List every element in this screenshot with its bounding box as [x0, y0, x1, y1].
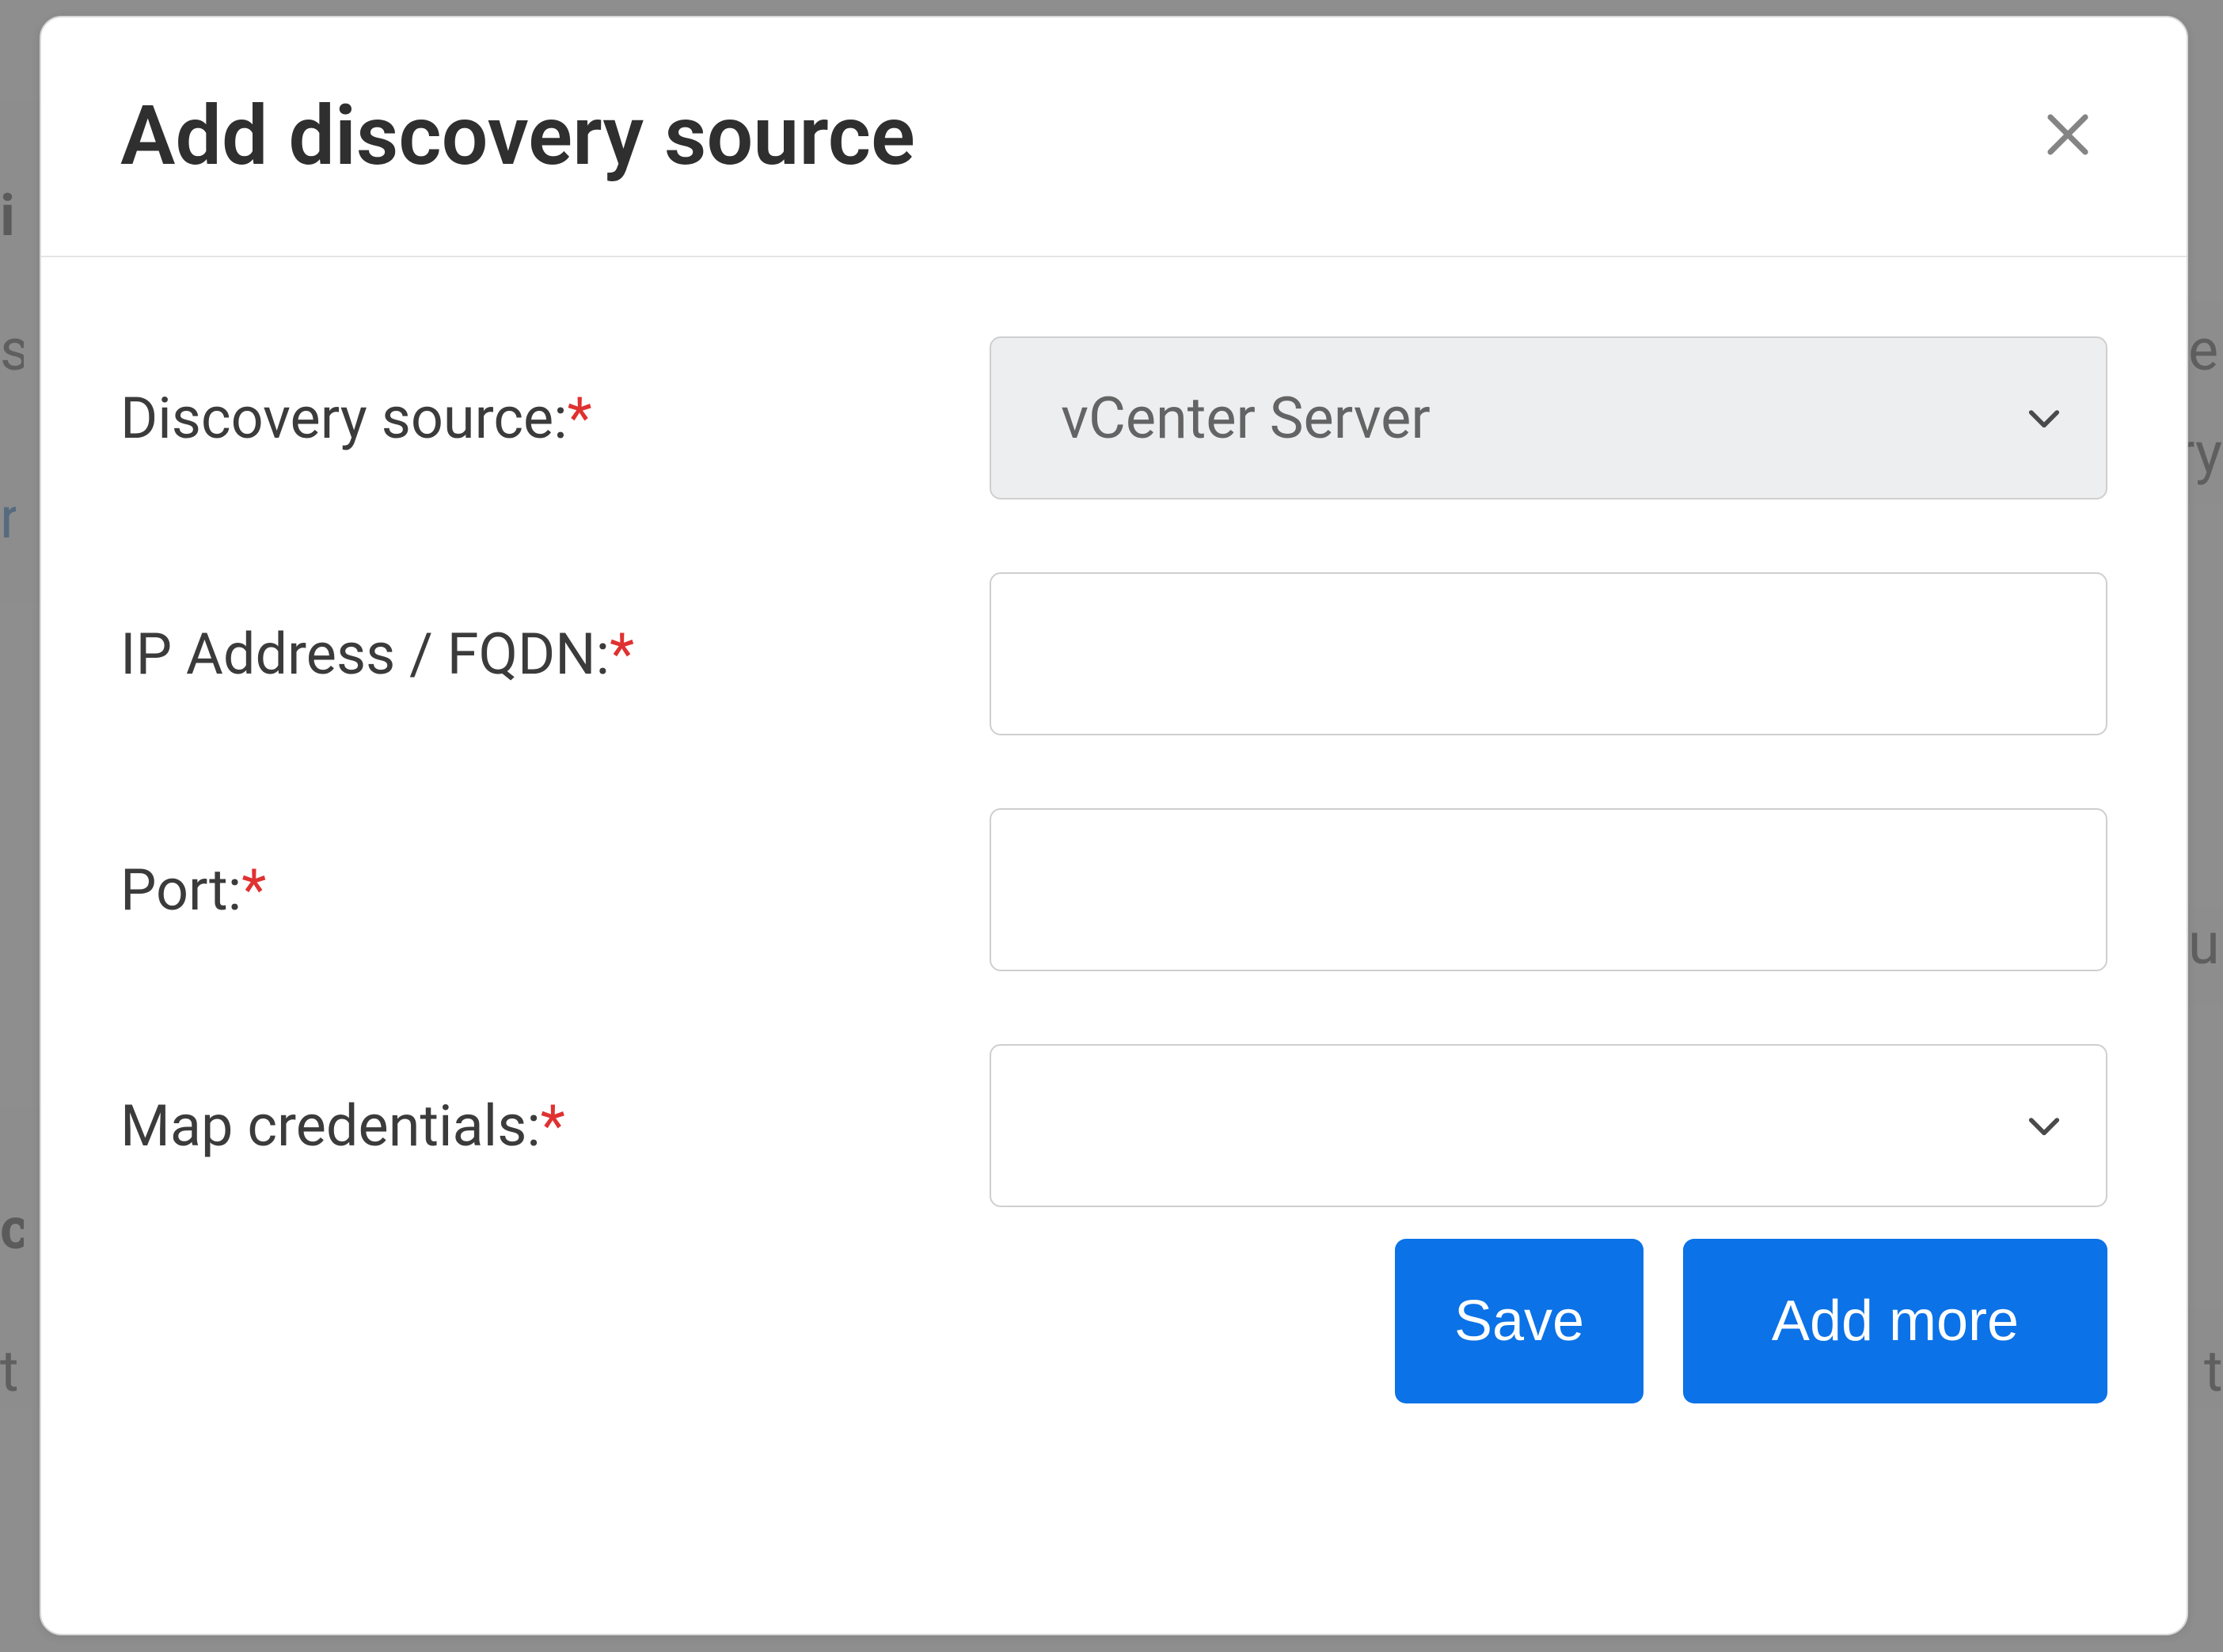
chevron-down-icon: [2022, 1103, 2066, 1148]
add-more-button[interactable]: Add more: [1683, 1239, 2107, 1403]
field-row-port: Port:*: [120, 808, 2107, 971]
chevron-down-icon: [2022, 396, 2066, 440]
save-button[interactable]: Save: [1395, 1239, 1644, 1403]
label-text: Map credentials:: [120, 1092, 541, 1160]
close-icon: [2042, 101, 2094, 173]
modal-footer: Save Add more: [41, 1239, 2187, 1483]
required-asterisk: *: [241, 856, 266, 924]
field-row-discovery-source: Discovery source:* vCenter Server: [120, 336, 2107, 499]
required-asterisk: *: [610, 621, 634, 688]
select-value: vCenter Server: [1061, 385, 2022, 452]
discovery-source-label: Discovery source:*: [120, 385, 990, 452]
required-asterisk: *: [541, 1092, 565, 1160]
ip-fqdn-label: IP Address / FQDN:*: [120, 621, 990, 688]
discovery-source-select[interactable]: vCenter Server: [990, 336, 2107, 499]
map-credentials-select[interactable]: [990, 1044, 2107, 1207]
ip-fqdn-input[interactable]: [990, 572, 2107, 735]
label-text: IP Address / FQDN:: [120, 621, 610, 688]
add-discovery-source-modal: Add discovery source Discovery source:* …: [40, 16, 2188, 1635]
label-text: Port:: [120, 856, 241, 924]
map-credentials-label: Map credentials:*: [120, 1092, 990, 1160]
required-asterisk: *: [568, 385, 592, 452]
port-input[interactable]: [990, 808, 2107, 971]
modal-body: Discovery source:* vCenter Server: [41, 257, 2187, 1239]
field-row-ip-fqdn: IP Address / FQDN:*: [120, 572, 2107, 735]
field-row-map-credentials: Map credentials:*: [120, 1044, 2107, 1207]
label-text: Discovery source:: [120, 385, 568, 452]
modal-title: Add discovery source: [120, 89, 915, 184]
port-label: Port:*: [120, 856, 990, 924]
close-button[interactable]: [2028, 97, 2107, 177]
modal-header: Add discovery source: [41, 17, 2187, 257]
